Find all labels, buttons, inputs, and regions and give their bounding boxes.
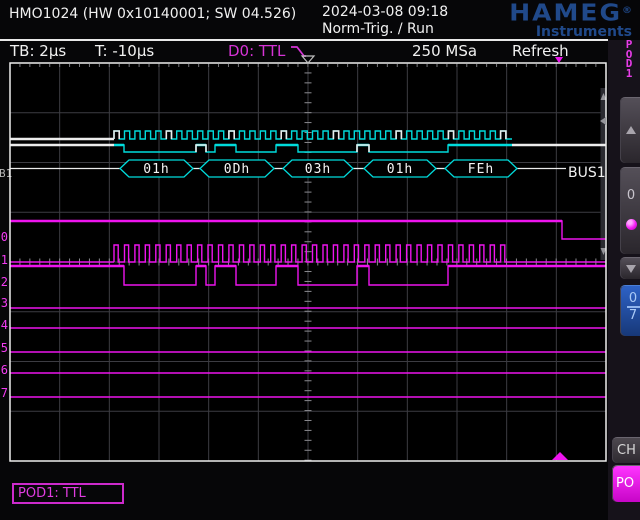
channel-number-label: 6 (1, 363, 8, 377)
channel-select-button[interactable]: 0 (620, 167, 640, 254)
pod1-vertical-title: P O D 1 (623, 40, 635, 78)
range-bottom-value: 7 (620, 308, 640, 323)
channel-number-label: 0 (1, 230, 8, 244)
magenta-dot-icon (626, 219, 637, 230)
channel-number-label: 4 (1, 318, 8, 332)
bus-value-text: 0Dh (224, 162, 250, 177)
channel-number-label: 7 (1, 386, 8, 400)
bus-value-text: 01h (387, 162, 413, 177)
trigger-time-top-marker-icon (555, 57, 563, 63)
ch-softkey-button[interactable]: CH (612, 437, 640, 463)
channel-up-button[interactable] (620, 97, 640, 163)
channel-down-button[interactable] (620, 257, 640, 279)
triangle-down-icon (626, 265, 636, 273)
channel-number-label: 1 (1, 253, 8, 267)
bus-value-text: 01h (143, 162, 169, 177)
bus-name-label: BUS1 (568, 165, 606, 181)
channel-number-label: 2 (1, 275, 8, 289)
channel-number-label: 3 (1, 296, 8, 310)
range-top-value: 0 (620, 291, 640, 306)
selected-channel-value: 0 (620, 188, 640, 203)
oscilloscope-screen: HMO1024 (HW 0x10140001; SW 04.526) 2024-… (0, 0, 640, 520)
bus-value-text: 03h (305, 162, 331, 177)
pod-softkey-button[interactable]: PO (612, 465, 640, 502)
triangle-up-icon (626, 126, 636, 134)
channel-number-label: 5 (1, 341, 8, 355)
pod1-mode-badge: POD1: TTL (12, 483, 124, 504)
waveform-display: 01h0Dh03h01hFEhBUS1B101234567 (0, 0, 640, 520)
center-time-marker-icon (302, 56, 314, 63)
bus-value-text: FEh (468, 162, 494, 177)
channel-range-button[interactable]: 0 7 (620, 285, 640, 336)
